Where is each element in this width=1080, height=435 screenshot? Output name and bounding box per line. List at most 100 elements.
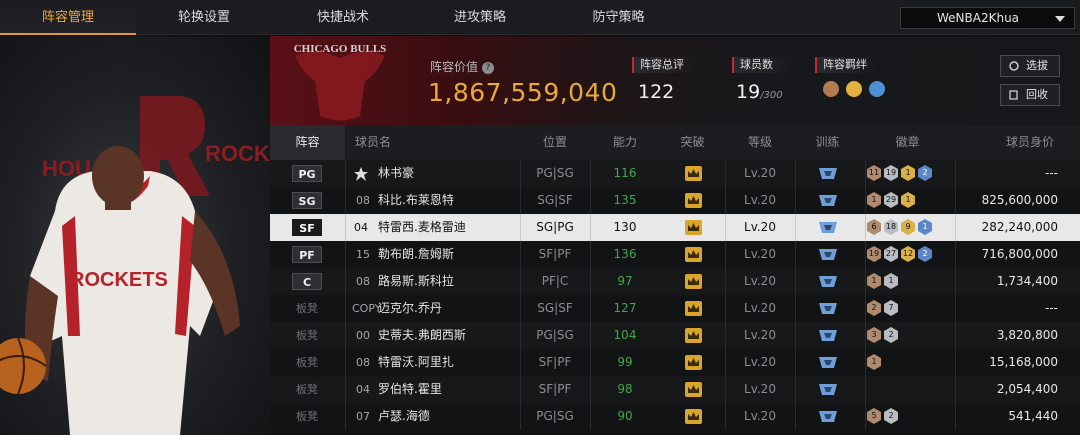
badge-icon[interactable]: 1 <box>901 192 915 208</box>
badge-icon[interactable]: 27 <box>884 246 898 262</box>
crown-icon[interactable] <box>685 328 702 343</box>
table-row[interactable]: SG 08 科比.布莱恩特 SG|SF 135 Lv.20 1 29 1 825,600,000 <box>270 187 1080 214</box>
table-row[interactable]: 板凳 08 特雷沃.阿里扎 SF|PF 99 Lv.20 1 15,168,000 <box>270 349 1080 376</box>
col-price[interactable]: 球员身价 <box>980 125 1080 160</box>
badge-icon[interactable]: 1 <box>867 354 881 370</box>
badge-icon[interactable]: 2 <box>918 246 932 262</box>
player-price: 2,054,400 <box>996 382 1058 396</box>
col-breakthrough[interactable]: 突破 <box>660 125 725 160</box>
player-name[interactable]: 罗伯特.霍里 <box>378 376 442 403</box>
bond-blue-icon[interactable] <box>869 81 886 97</box>
training-icon[interactable] <box>819 301 837 316</box>
badge-icon[interactable]: 2 <box>918 165 932 181</box>
badge-icon[interactable]: 18 <box>884 219 898 235</box>
badge-icon[interactable]: 3 <box>867 327 881 343</box>
badge-icon[interactable]: 2 <box>884 327 898 343</box>
select-button-label: 选拔 <box>1026 59 1048 72</box>
crown-icon[interactable] <box>685 220 702 235</box>
player-count-value: 19/300 <box>736 81 783 103</box>
crown-icon[interactable] <box>685 382 702 397</box>
training-icon[interactable] <box>819 409 837 424</box>
badge-icon[interactable]: 1 <box>884 273 898 289</box>
badge-icon[interactable]: 1 <box>901 165 915 181</box>
recycle-button[interactable]: 回收 <box>1000 84 1060 106</box>
player-position: PF|C <box>541 274 569 288</box>
training-icon[interactable] <box>819 274 837 289</box>
badge-icon[interactable]: 19 <box>884 165 898 181</box>
player-name[interactable]: 林书豪 <box>378 160 414 187</box>
jersey-number: 04 <box>354 221 368 234</box>
player-portrait: HOU ROCK ROCKETS <box>0 36 270 435</box>
table-row[interactable]: 板凳 COPY 迈克尔.乔丹 SG|SF 127 Lv.20 2 7 --- <box>270 295 1080 322</box>
player-name[interactable]: 科比.布莱恩特 <box>378 187 454 214</box>
table-row[interactable]: PG 林书豪 PG|SG 116 Lv.20 11 19 1 2 --- <box>270 160 1080 187</box>
bond-gold-icon[interactable] <box>846 81 863 97</box>
tab-offense[interactable]: 进攻策略 <box>414 0 546 35</box>
tab-defense[interactable]: 防守策略 <box>546 0 691 35</box>
player-ability: 116 <box>613 166 637 180</box>
table-row[interactable]: PF 15 勒布朗.詹姆斯 SF|PF 136 Lv.20 19 27 12 2 716,800,0… <box>270 241 1080 268</box>
player-name[interactable]: 迈克尔.乔丹 <box>378 295 442 322</box>
training-icon[interactable] <box>819 247 837 262</box>
player-name[interactable]: 特雷西.麦格雷迪 <box>378 214 466 241</box>
col-position[interactable]: 位置 <box>520 125 590 160</box>
col-name[interactable]: 球员名 <box>345 125 435 160</box>
badge-icon[interactable]: 1 <box>867 192 881 208</box>
badge-icon[interactable]: 29 <box>884 192 898 208</box>
badge-icon[interactable]: 9 <box>901 219 915 235</box>
tab-quick-tactics[interactable]: 快捷战术 <box>272 0 414 35</box>
col-training[interactable]: 训练 <box>795 125 860 160</box>
player-price: 541,440 <box>1008 409 1058 423</box>
user-select[interactable]: WeNBA2Khua <box>900 7 1075 29</box>
crown-icon[interactable] <box>685 166 702 181</box>
table-row[interactable]: C 08 路易斯.斯科拉 PF|C 97 Lv.20 1 1 1,734,400 <box>270 268 1080 295</box>
badge-icon[interactable]: 11 <box>867 165 881 181</box>
training-icon[interactable] <box>819 382 837 397</box>
table-row[interactable]: 板凳 04 罗伯特.霍里 SF|PF 98 Lv.20 2,054,400 <box>270 376 1080 403</box>
team-bond-icons[interactable] <box>823 81 887 101</box>
badge-icon[interactable]: 7 <box>884 300 898 316</box>
player-name[interactable]: 卢瑟.海德 <box>378 403 430 430</box>
col-ability[interactable]: 能力 <box>590 125 660 160</box>
badge-icon[interactable]: 6 <box>867 219 881 235</box>
table-row[interactable]: 板凳 07 卢瑟.海德 PG|SG 90 Lv.20 5 2 541,440 <box>270 403 1080 430</box>
crown-icon[interactable] <box>685 274 702 289</box>
table-row[interactable]: 板凳 00 史蒂夫.弗朗西斯 PG|SG 104 Lv.20 3 2 3,820,800 <box>270 322 1080 349</box>
crown-icon[interactable] <box>685 355 702 370</box>
player-name[interactable]: 特雷沃.阿里扎 <box>378 349 454 376</box>
badge-icon[interactable]: 12 <box>901 246 915 262</box>
training-icon[interactable] <box>819 220 837 235</box>
player-level: Lv.20 <box>744 220 776 234</box>
bond-bronze-icon[interactable] <box>823 81 839 97</box>
badge-icon[interactable]: 5 <box>867 408 881 424</box>
badge-icon[interactable]: 1 <box>867 273 881 289</box>
table-row[interactable]: SF 04 特雷西.麦格雷迪 SG|PG 130 Lv.20 6 18 9 1 282,240,00… <box>270 214 1080 241</box>
tab-lineup[interactable]: 阵容管理 <box>0 0 136 35</box>
player-name[interactable]: 路易斯.斯科拉 <box>378 268 454 295</box>
tab-rotation[interactable]: 轮换设置 <box>136 0 272 35</box>
badge-icon[interactable]: 2 <box>884 408 898 424</box>
player-ability: 90 <box>617 409 633 423</box>
player-name[interactable]: 史蒂夫.弗朗西斯 <box>378 322 466 349</box>
crown-icon[interactable] <box>685 247 702 262</box>
col-level[interactable]: 等级 <box>725 125 795 160</box>
training-icon[interactable] <box>819 328 837 343</box>
badge-icon[interactable]: 1 <box>918 219 932 235</box>
col-badges[interactable]: 徽章 <box>860 125 955 160</box>
divider <box>865 214 866 241</box>
player-price: 825,600,000 <box>981 193 1058 207</box>
training-icon[interactable] <box>819 193 837 208</box>
training-icon[interactable] <box>819 166 837 181</box>
col-slot[interactable]: 阵容 <box>270 125 345 160</box>
badge-icon[interactable]: 19 <box>867 246 881 262</box>
divider <box>795 268 796 295</box>
crown-icon[interactable] <box>685 409 702 424</box>
divider <box>345 349 346 376</box>
crown-icon[interactable] <box>685 193 702 208</box>
training-icon[interactable] <box>819 355 837 370</box>
player-name[interactable]: 勒布朗.詹姆斯 <box>378 241 454 268</box>
select-button[interactable]: 选拔 <box>1000 55 1060 77</box>
badge-icon[interactable]: 2 <box>867 300 881 316</box>
crown-icon[interactable] <box>685 301 702 316</box>
help-icon[interactable]: ? <box>482 61 495 74</box>
